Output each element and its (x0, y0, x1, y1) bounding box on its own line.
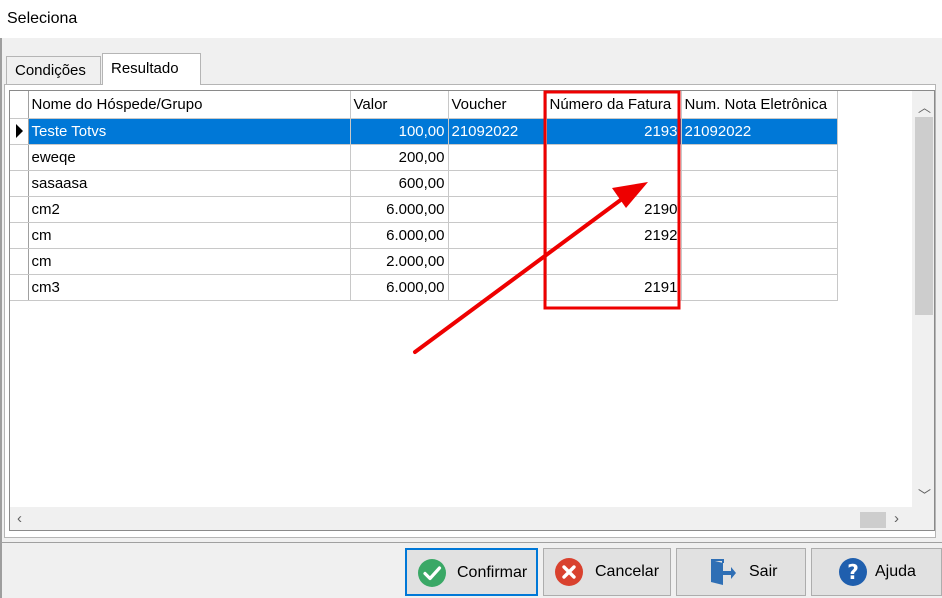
cell-nome[interactable]: cm (28, 248, 351, 275)
cell-numero-fatura[interactable]: 2190 (546, 196, 682, 223)
cell-numero-fatura[interactable] (546, 144, 682, 171)
cell-nota-eletronica[interactable] (681, 222, 838, 249)
cell-valor[interactable]: 200,00 (350, 144, 449, 171)
scroll-down-icon[interactable]: ﹀ (918, 485, 931, 504)
horizontal-scroll-thumb[interactable] (860, 512, 886, 528)
cell-nota-eletronica[interactable]: 21092022 (681, 118, 838, 145)
row-indicator (10, 144, 29, 171)
table-row[interactable]: cm 6.000,00 2192 (10, 222, 838, 249)
tab-resultado-label: Resultado (111, 60, 179, 77)
question-circle-icon: ? (839, 558, 867, 586)
exit-button-label: Sair (749, 563, 778, 580)
tab-resultado[interactable]: Resultado (102, 53, 201, 85)
row-indicator (10, 274, 29, 301)
cell-nota-eletronica[interactable] (681, 196, 838, 223)
cell-voucher[interactable]: 21092022 (448, 118, 547, 145)
cell-voucher[interactable] (448, 248, 547, 275)
help-button[interactable]: ? Ajuda (811, 548, 942, 596)
help-button-label: Ajuda (875, 563, 916, 580)
results-grid[interactable]: Nome do Hóspede/Grupo Valor Voucher Núme… (9, 90, 935, 531)
cell-numero-fatura[interactable]: 2191 (546, 274, 682, 301)
row-indicator (10, 118, 29, 145)
cell-voucher[interactable] (448, 196, 547, 223)
cell-nome[interactable]: cm3 (28, 274, 351, 301)
cell-valor[interactable]: 6.000,00 (350, 274, 449, 301)
button-bar-divider (0, 542, 942, 543)
cell-valor[interactable]: 600,00 (350, 170, 449, 197)
column-header-numero-fatura[interactable]: Número da Fatura (546, 91, 682, 119)
cell-numero-fatura[interactable]: 2192 (546, 222, 682, 249)
cell-nota-eletronica[interactable] (681, 170, 838, 197)
cell-nome[interactable]: eweqe (28, 144, 351, 171)
cancel-button[interactable]: Cancelar (543, 548, 671, 596)
cell-voucher[interactable] (448, 274, 547, 301)
door-exit-icon (711, 559, 736, 585)
scroll-left-icon[interactable]: ‹ (17, 510, 22, 527)
table-row[interactable]: sasaasa 600,00 (10, 170, 838, 197)
window-left-border (0, 38, 2, 598)
exit-button[interactable]: Sair (676, 548, 806, 596)
cell-valor[interactable]: 6.000,00 (350, 222, 449, 249)
cell-nome[interactable]: cm (28, 222, 351, 249)
table-row[interactable]: eweqe 200,00 (10, 144, 838, 171)
row-indicator (10, 170, 29, 197)
cell-valor[interactable]: 6.000,00 (350, 196, 449, 223)
current-row-pointer-icon (16, 124, 23, 138)
table-row[interactable]: cm 2.000,00 (10, 248, 838, 275)
row-indicator (10, 196, 29, 223)
title-bar: Seleciona (0, 0, 942, 38)
cell-valor[interactable]: 2.000,00 (350, 248, 449, 275)
confirm-button-label: Confirmar (457, 564, 528, 581)
vertical-scroll-thumb[interactable] (915, 117, 933, 315)
results-table: Nome do Hóspede/Grupo Valor Voucher Núme… (10, 91, 838, 301)
table-row[interactable]: cm2 6.000,00 2190 (10, 196, 838, 223)
window-title: Seleciona (7, 10, 78, 27)
cell-nome[interactable]: cm2 (28, 196, 351, 223)
column-header-valor[interactable]: Valor (350, 91, 449, 119)
cell-numero-fatura[interactable]: 2193 (546, 118, 682, 145)
svg-text:?: ? (847, 560, 859, 584)
scroll-up-icon[interactable]: ︿ (918, 97, 931, 116)
cell-nome[interactable]: Teste Totvs (28, 118, 351, 145)
tab-condicoes[interactable]: Condições (6, 56, 101, 84)
row-indicator (10, 248, 29, 275)
cell-numero-fatura[interactable] (546, 248, 682, 275)
cell-voucher[interactable] (448, 222, 547, 249)
cell-nota-eletronica[interactable] (681, 248, 838, 275)
cancel-button-label: Cancelar (595, 563, 660, 580)
cell-nome[interactable]: sasaasa (28, 170, 351, 197)
scroll-right-icon[interactable]: › (894, 510, 899, 527)
scrollbar-corner (912, 505, 934, 530)
column-header-nome[interactable]: Nome do Hóspede/Grupo (28, 91, 351, 119)
cell-numero-fatura[interactable] (546, 170, 682, 197)
cell-nota-eletronica[interactable] (681, 144, 838, 171)
header-indicator (10, 91, 29, 119)
horizontal-scrollbar[interactable]: ‹ › (10, 507, 912, 530)
header-row: Nome do Hóspede/Grupo Valor Voucher Núme… (10, 91, 838, 119)
vertical-scrollbar[interactable]: ︿ ﹀ (912, 91, 934, 505)
cell-voucher[interactable] (448, 144, 547, 171)
confirm-button[interactable]: Confirmar (405, 548, 538, 596)
row-indicator (10, 222, 29, 249)
table-row[interactable]: cm3 6.000,00 2191 (10, 274, 838, 301)
tab-condicoes-label: Condições (15, 62, 86, 79)
check-circle-icon (418, 559, 446, 587)
cell-nota-eletronica[interactable] (681, 274, 838, 301)
column-header-nota-eletronica[interactable]: Num. Nota Eletrônica (681, 91, 838, 119)
table-row[interactable]: Teste Totvs 100,00 21092022 2193 2109202… (10, 118, 838, 145)
x-circle-icon (555, 558, 583, 586)
cell-valor[interactable]: 100,00 (350, 118, 449, 145)
cell-voucher[interactable] (448, 170, 547, 197)
column-header-voucher[interactable]: Voucher (448, 91, 547, 119)
